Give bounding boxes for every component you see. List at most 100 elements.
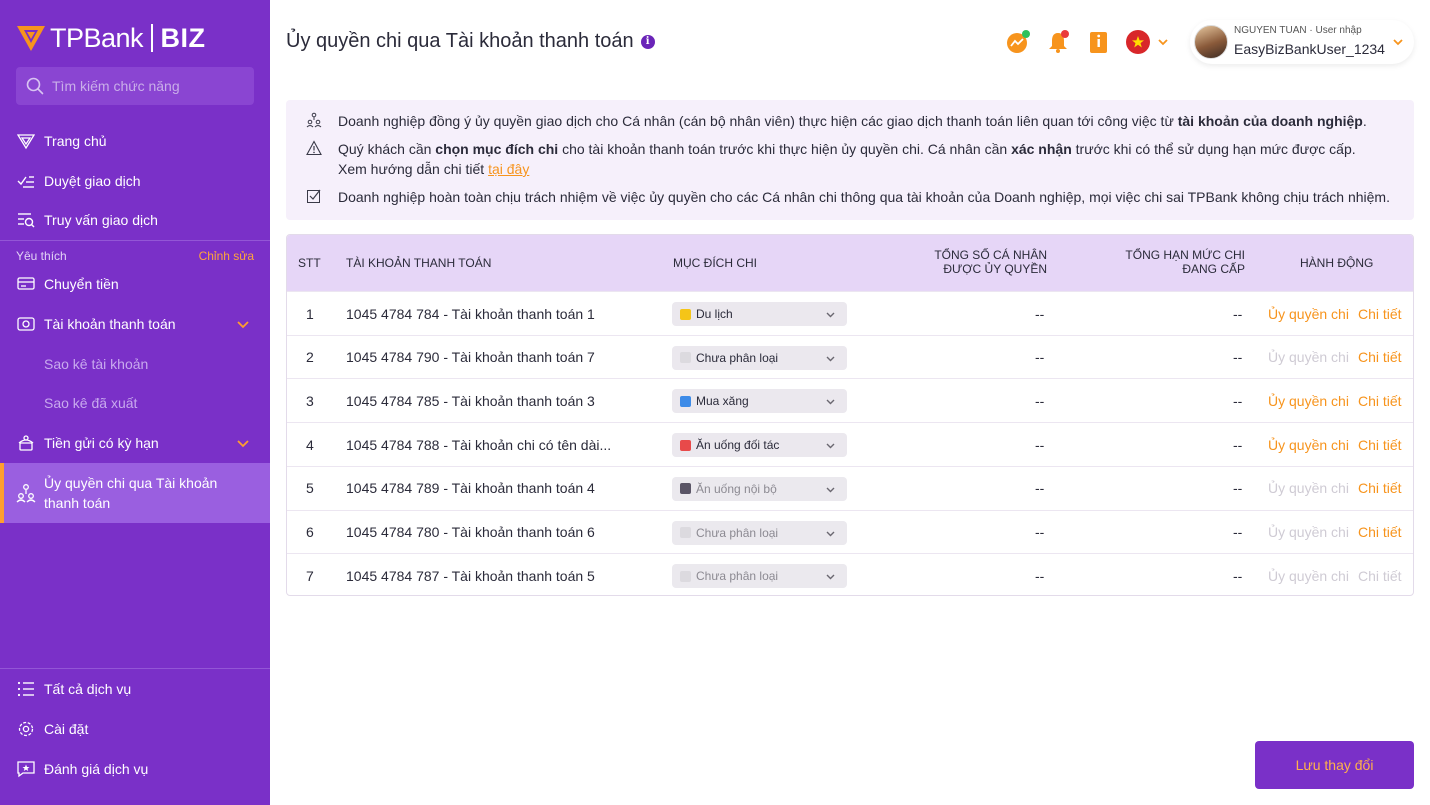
header-stt: STT [298, 256, 321, 270]
page-title-text: Ủy quyền chi qua Tài khoản thanh toán [286, 30, 634, 52]
header-action: HÀNH ĐỘNG [1300, 256, 1374, 270]
sidebar-item-label: Đánh giá dịch vụ [44, 761, 149, 777]
sidebar-item-label: Tài khoản thanh toán [44, 316, 176, 332]
avatar [1194, 25, 1228, 59]
sidebar-item-label: Ủy quyền chi qua Tài khoản thanh toán [44, 475, 218, 511]
purpose-select[interactable]: Chưa phân loại [672, 345, 847, 370]
save-changes-button[interactable]: Lưu thay đổi [1255, 741, 1414, 789]
authorize-link[interactable]: Ủy quyền chi [1268, 379, 1349, 422]
chevron-down-icon [826, 487, 835, 493]
sidebar-subitem-statement[interactable]: Sao kê tài khoản [44, 344, 148, 384]
chevron-down-icon [826, 312, 835, 318]
purpose-select[interactable]: Du lịch [672, 302, 847, 326]
info-icon[interactable]: i [640, 34, 655, 49]
cell-account: 1045 4784 780 - Tài khoản thanh toán 6 [346, 524, 595, 540]
detail-link[interactable]: Chi tiết [1358, 292, 1402, 335]
notice-bold: chọn mục đích chi [435, 141, 559, 157]
guide-link[interactable]: tại đây [488, 161, 529, 177]
user-role: NGUYEN TUAN · User nhập [1234, 25, 1362, 36]
sidebar-item-transfer[interactable]: Chuyển tiền [0, 264, 270, 304]
purpose-color-swatch [680, 395, 691, 407]
cell-stt: 5 [306, 480, 314, 497]
notice-text: Doanh nghiệp đồng ý ủy quyền giao dịch c… [338, 113, 1178, 129]
sidebar-item-term-deposit[interactable]: Tiền gửi có kỳ hạn [0, 423, 270, 463]
search-box[interactable] [16, 67, 254, 105]
sidebar-subitem-exported[interactable]: Sao kê đã xuất [44, 383, 137, 423]
table-row: 4 1045 4784 788 - Tài khoản chi có tên dà… [287, 422, 1413, 466]
table-header: STT TÀI KHOẢN THANH TOÁN MỤC ĐÍCH CHI TỔ… [287, 235, 1413, 291]
cell-total-people: -- [1035, 349, 1045, 366]
favorites-label: Yêu thích [16, 249, 67, 263]
sidebar-item-approve[interactable]: Duyệt giao dịch [0, 161, 270, 201]
table-row: 6 1045 4784 780 - Tài khoản thanh toán 6 C… [287, 509, 1413, 554]
cell-account: 1045 4784 789 - Tài khoản thanh toán 4 [346, 480, 595, 497]
detail-link[interactable]: Chi tiết [1358, 511, 1402, 554]
purpose-value: Du lịch [696, 307, 733, 321]
table-row: 2 1045 4784 790 - Tài khoản thanh toán 7 C… [287, 334, 1413, 379]
purpose-value: Mua xăng [696, 394, 749, 409]
purpose-select: Ăn uống nội bộ [672, 476, 847, 501]
notice-line: Doanh nghiệp đồng ý ủy quyền giao dịch c… [306, 111, 1367, 131]
language-chevron-down-icon[interactable] [1157, 36, 1169, 48]
detail-link[interactable]: Chi tiết [1358, 336, 1402, 379]
header-total-people: TỔNG SỐ CÁ NHÂN ĐƯỢC ỦY QUYỀN [934, 248, 1047, 276]
authorize-link: Ủy quyền chi [1268, 480, 1349, 497]
user-menu[interactable]: NGUYEN TUAN · User nhập EasyBizBankUser_… [1190, 20, 1414, 64]
home-icon [16, 131, 36, 151]
cell-stt: 2 [306, 349, 314, 366]
cell-total-people: -- [1035, 524, 1045, 540]
purpose-value: Chưa phân loại [696, 525, 779, 540]
sidebar-item-settings[interactable]: Cài đặt [0, 709, 270, 749]
notice-line: Doanh nghiệp hoàn toàn chịu trách nhiệm … [306, 187, 1390, 207]
notification-bell-icon[interactable] [1046, 29, 1072, 55]
purpose-value: Ăn uống đối tác [696, 438, 780, 453]
messenger-icon[interactable] [1005, 29, 1031, 55]
sidebar-item-label: Chuyển tiền [44, 276, 119, 292]
cell-stt: 3 [306, 392, 314, 409]
detail-link[interactable]: Chi tiết [1358, 379, 1402, 422]
sidebar-item-feedback[interactable]: Đánh giá dịch vụ [0, 749, 270, 789]
sidebar-item-payment-account[interactable]: Tài khoản thanh toán [0, 304, 270, 344]
purpose-value: Chưa phân loại [696, 350, 779, 365]
purpose-select[interactable]: Ăn uống đối tác [672, 433, 847, 458]
purpose-color-swatch [680, 439, 691, 451]
sidebar-item-query[interactable]: Truy vấn giao dịch [0, 200, 270, 240]
table-row: 7 1045 4784 787 - Tài khoản thanh toán 5 C… [287, 553, 1413, 595]
notice-bold: xác nhận [1011, 141, 1072, 157]
chevron-down-icon [826, 399, 835, 405]
favorites-edit-link[interactable]: Chỉnh sửa [199, 249, 254, 263]
logo-text: TPBank [50, 22, 144, 53]
cell-stt: 1 [306, 305, 314, 322]
sidebar-divider [0, 240, 270, 241]
cell-total-limit: -- [1233, 436, 1243, 453]
purpose-select[interactable]: Mua xăng [672, 389, 847, 414]
authorize-link: Ủy quyền chi [1268, 567, 1349, 584]
search-input[interactable] [52, 78, 242, 94]
sidebar-item-authorize[interactable]: Ủy quyền chi qua Tài khoản thanh toán [16, 473, 256, 513]
people-icon [306, 112, 322, 128]
tpbank-logo[interactable]: TPBank BIZ [16, 22, 206, 54]
sidebar-item-home[interactable]: Trang chủ [0, 121, 270, 161]
cell-total-people: -- [1035, 567, 1045, 584]
approve-icon [16, 171, 36, 191]
purpose-color-swatch [680, 483, 691, 495]
notice-text: . [1362, 113, 1367, 129]
cell-total-people: -- [1035, 480, 1045, 497]
table-row: 3 1045 4784 785 - Tài khoản thanh toán 3 M… [287, 378, 1413, 422]
detail-link: Chi tiết [1358, 567, 1402, 584]
table-row: 5 1045 4784 789 - Tài khoản thanh toán 4 Ă… [287, 465, 1413, 510]
guide-book-icon[interactable] [1086, 29, 1112, 55]
authorize-link[interactable]: Ủy quyền chi [1268, 423, 1349, 466]
sidebar-item-label: Trang chủ [44, 133, 107, 149]
cell-stt: 6 [306, 524, 314, 540]
vietnam-flag-icon[interactable] [1126, 30, 1150, 54]
list-icon [16, 679, 36, 699]
sidebar-item-all-services[interactable]: Tất cả dịch vụ [0, 669, 270, 709]
sidebar: TPBank BIZ Trang chủ Duyệt giao dịch Tru… [0, 0, 270, 805]
detail-link[interactable]: Chi tiết [1358, 423, 1402, 466]
detail-link[interactable]: Chi tiết [1358, 467, 1402, 510]
chevron-down-icon [826, 531, 835, 536]
deposit-icon [16, 433, 36, 453]
cell-total-people: -- [1035, 436, 1045, 453]
authorize-link[interactable]: Ủy quyền chi [1268, 292, 1349, 335]
